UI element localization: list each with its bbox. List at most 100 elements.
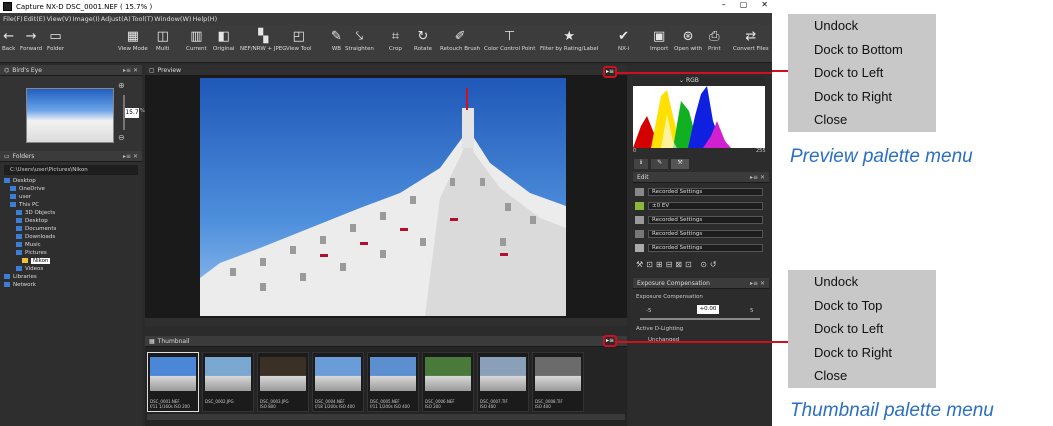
edit-row-picture-control[interactable]: Recorded Settings xyxy=(635,187,763,197)
thumbnail-item[interactable]: DSC_0002.JPG xyxy=(202,352,254,412)
edit-field-1[interactable]: ±0 EV xyxy=(648,202,763,210)
edit-field-3[interactable]: Recorded Settings xyxy=(648,230,763,238)
toolbar-nef-nrw-jpeg-button[interactable]: ▚ NEF/NRW + JPEG xyxy=(240,28,287,52)
tab-adjust[interactable]: ⚒ xyxy=(671,159,689,169)
thumbnail-menu-dock-right[interactable]: Dock to Right xyxy=(788,341,936,365)
thumbnail-menu-dock-left[interactable]: Dock to Left xyxy=(788,317,936,341)
grid-icon: ▦ xyxy=(149,337,155,345)
toolbar-original-button[interactable]: ◧ Original xyxy=(213,28,235,52)
menu-window[interactable]: Window(W) xyxy=(154,15,191,23)
toolbar-current-button[interactable]: ▥ Current xyxy=(186,28,207,52)
menu-adjust[interactable]: Adjust(A) xyxy=(101,15,131,23)
toolbar-view-mode-button[interactable]: ▦ View Mode xyxy=(118,28,148,52)
toolbar-convert-files-button[interactable]: ⇄ Convert Files xyxy=(733,28,769,52)
preview-menu-dock-right[interactable]: Dock to Right xyxy=(788,85,936,109)
folder-tree-item[interactable]: Documents xyxy=(4,225,56,233)
toolbar-multi-button[interactable]: ◫ Multi xyxy=(156,28,169,52)
exposure-value[interactable]: +0.00 xyxy=(697,305,719,314)
tab-edit[interactable]: ✎ xyxy=(651,159,669,169)
toolbar-forward-button[interactable]: → Forward xyxy=(20,28,42,52)
histogram-channel[interactable]: ⌄ RGB xyxy=(633,76,765,86)
thumbnail-item[interactable]: DSC_0007.TIF ISO 400 xyxy=(477,352,529,412)
thumbnail-item[interactable]: DSC_0003.JPG ISO 800 xyxy=(257,352,309,412)
folder-tree-item[interactable]: Videos xyxy=(4,265,56,273)
thumbnail-menu-close[interactable]: Close xyxy=(788,364,936,388)
thumbnail-item[interactable]: DSC_0005.NEF f/11 1/200s ISO 400 xyxy=(367,352,419,412)
preview-menu-dock-bottom[interactable]: Dock to Bottom xyxy=(788,38,936,62)
menu-view[interactable]: View(V) xyxy=(46,15,71,23)
toolbar-retouch-brush-button[interactable]: ✐ Retouch Brush xyxy=(440,28,480,52)
thumbnail-item[interactable]: DSC_0008.TIF ISO 400 xyxy=(532,352,584,412)
thumbnail-info: ISO 400 xyxy=(535,404,551,409)
thumbnail-menu-undock[interactable]: Undock xyxy=(788,270,936,294)
toolbar-back-button[interactable]: ← Back xyxy=(2,28,15,52)
folder-tree-item[interactable]: This PC xyxy=(4,201,56,209)
zoom-in-icon[interactable]: ⊕ xyxy=(118,81,125,90)
edit-row-lens[interactable]: Recorded Settings xyxy=(635,243,763,253)
zoom-value[interactable]: 15.7 xyxy=(125,108,139,118)
toolbar-wb-button[interactable]: ✎ WB xyxy=(331,28,342,52)
menu-help[interactable]: Help(H) xyxy=(192,15,217,23)
folder-tree-item[interactable]: OneDrive xyxy=(4,185,56,193)
birds-eye-menu-button[interactable]: ▸≡ ✕ xyxy=(123,67,138,74)
preview-menu-close[interactable]: Close xyxy=(788,108,936,132)
folder-icon xyxy=(16,266,22,271)
edit-menu-button[interactable]: ▸≡ ✕ xyxy=(750,174,765,181)
folder-tree-item[interactable]: 3D Objects xyxy=(4,209,56,217)
toolbar-import-button[interactable]: ▣ Import xyxy=(650,28,668,52)
minimize-button[interactable]: – xyxy=(722,0,726,9)
folder-icon xyxy=(16,210,22,215)
thumbnail-item[interactable]: DSC_0006.NEF ISO 200 xyxy=(422,352,474,412)
toolbar-view-tool-button[interactable]: ◰ View Tool xyxy=(286,28,311,52)
thumbnail-menu-dock-top[interactable]: Dock to Top xyxy=(788,294,936,318)
preview-menu-undock[interactable]: Undock xyxy=(788,14,936,38)
thumbnail-scrollbar[interactable] xyxy=(147,414,625,420)
toolbar-filter-by-rating-label-button[interactable]: ★ Filter by Rating/Label xyxy=(540,28,598,52)
preview-palette-menu-button[interactable]: ▸≡ xyxy=(603,66,617,78)
exposure-menu-button[interactable]: ▸≡ ✕ xyxy=(750,280,765,287)
edit-field-0[interactable]: Recorded Settings xyxy=(648,188,763,196)
toolbar-crop-button[interactable]: ⌗ Crop xyxy=(389,28,402,52)
edit-row-tone[interactable]: Recorded Settings xyxy=(635,229,763,239)
folder-tree-item[interactable]: Pictures xyxy=(4,249,56,257)
toolbar-rotate-button[interactable]: ↻ Rotate xyxy=(414,28,432,52)
folder-icon xyxy=(16,226,22,231)
birds-eye-thumbnail[interactable] xyxy=(26,88,114,143)
edit-row-exposure[interactable]: ±0 EV xyxy=(635,201,763,211)
folder-tree-item[interactable]: Network xyxy=(4,281,56,289)
folder-tree-item[interactable]: Desktop xyxy=(4,177,56,185)
toolbar-print-button[interactable]: ⎙ Print xyxy=(708,28,721,52)
edit-field-4[interactable]: Recorded Settings xyxy=(648,244,763,252)
preview-image[interactable] xyxy=(200,78,566,316)
maximize-button[interactable]: ▢ xyxy=(740,0,748,9)
thumbnail-palette-menu-button[interactable]: ▸≡ xyxy=(603,335,617,347)
edit-row-wb[interactable]: Recorded Settings xyxy=(635,215,763,225)
folder-tree-item[interactable]: Libraries xyxy=(4,273,56,281)
preview-menu-dock-left[interactable]: Dock to Left xyxy=(788,61,936,85)
toolbar-folder-button[interactable]: ▭ Folder xyxy=(47,28,64,52)
zoom-out-icon[interactable]: ⊖ xyxy=(118,133,125,142)
toolbar-straighten-button[interactable]: ⤥ Straighten xyxy=(345,28,374,52)
exposure-slider[interactable] xyxy=(640,318,760,320)
thumbnail-item[interactable]: DSC_0004.NEF f/18 1/200s ISO 400 xyxy=(312,352,364,412)
edit-tool-icons[interactable]: ⚒⊡⊞⊟⊠⊡ ⊙↺ xyxy=(636,260,720,269)
folder-tree-item[interactable]: Desktop xyxy=(4,217,56,225)
preview-scrollbar[interactable] xyxy=(145,318,627,326)
folder-tree-item[interactable]: Music xyxy=(4,241,56,249)
menu-tool[interactable]: Tool(T) xyxy=(132,15,154,23)
menu-edit[interactable]: Edit(E) xyxy=(24,15,46,23)
menu-image[interactable]: Image(I) xyxy=(72,15,99,23)
edit-field-2[interactable]: Recorded Settings xyxy=(648,216,763,224)
thumbnail-item[interactable]: DSC_0001.NEF f/11 1/160s ISO 200 xyxy=(147,352,199,412)
menu-file[interactable]: File(F) xyxy=(3,15,23,23)
toolbar-open-with-button[interactable]: ⊛ Open with xyxy=(674,28,702,52)
folder-tree-item[interactable]: Nikon xyxy=(4,257,56,265)
tab-info[interactable]: ℹ xyxy=(634,159,649,169)
folder-tree-item[interactable]: user xyxy=(4,193,56,201)
close-window-button[interactable]: ✕ xyxy=(761,0,768,9)
folder-path[interactable]: C:\Users\user\Pictures\Nikon xyxy=(4,165,138,175)
folders-menu-button[interactable]: ▸≡ ✕ xyxy=(123,153,138,160)
folder-tree-item[interactable]: Downloads xyxy=(4,233,56,241)
toolbar-nx-i-button[interactable]: ✔ NX-i xyxy=(618,28,629,52)
toolbar-color-control-point-button[interactable]: ⊤ Color Control Point xyxy=(484,28,535,52)
